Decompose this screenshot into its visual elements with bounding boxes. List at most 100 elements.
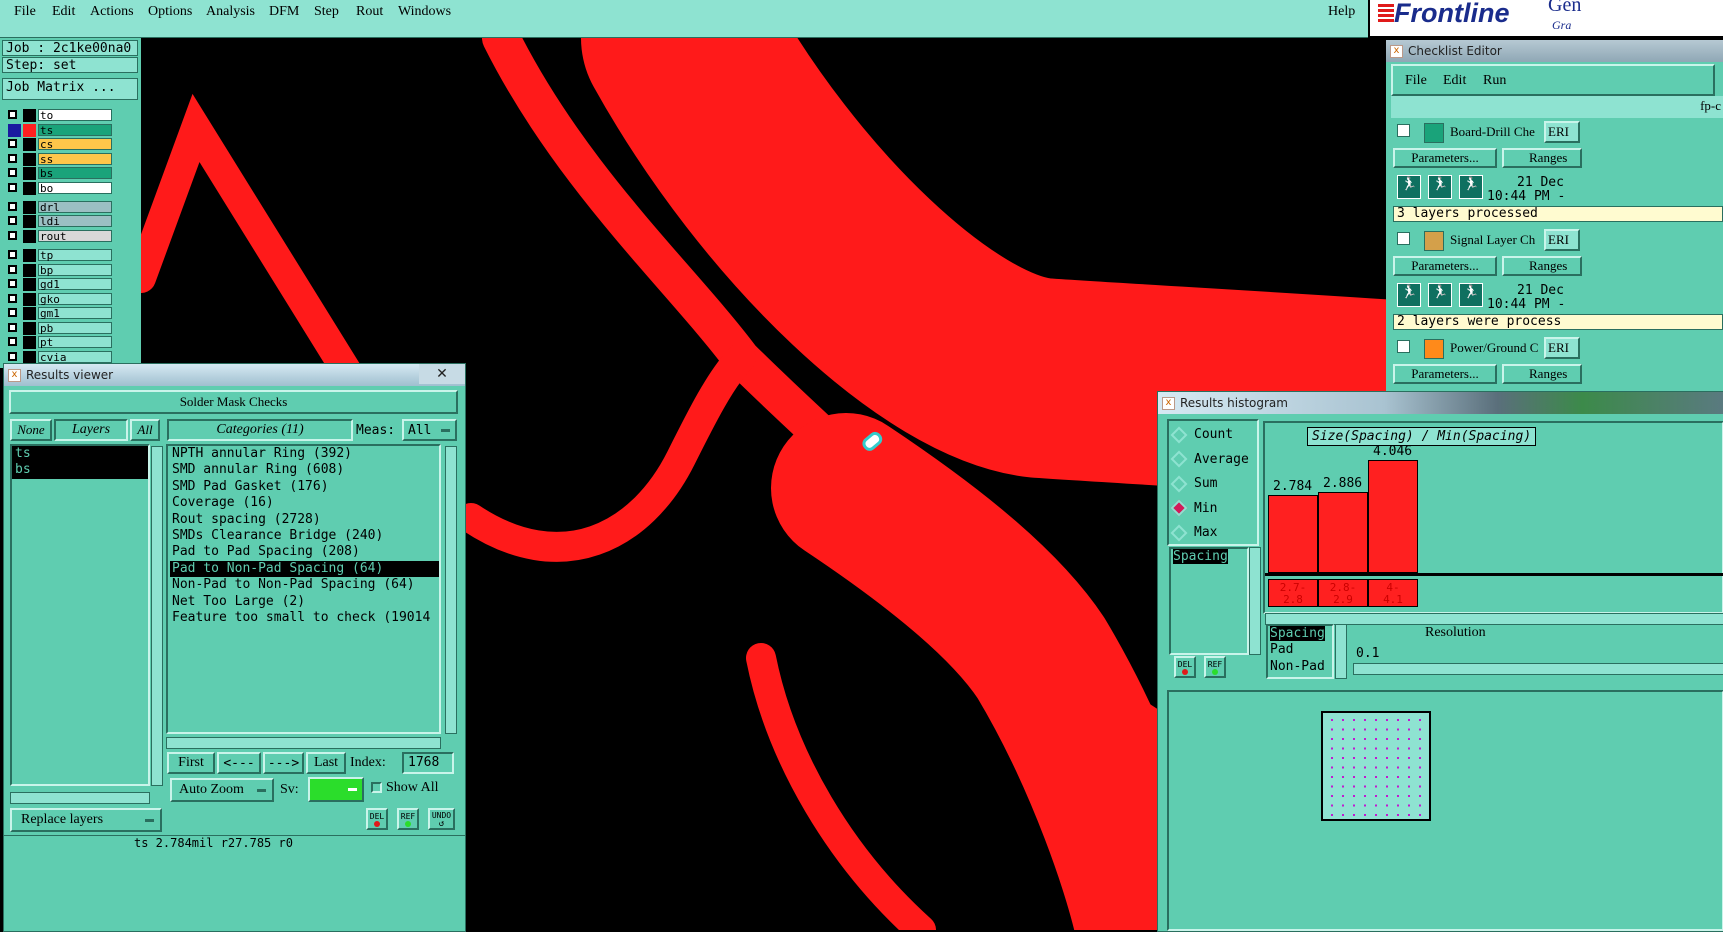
rv-layer-item[interactable]: ts — [12, 446, 148, 463]
undo-button[interactable]: UNDO ↺ — [428, 808, 455, 830]
layer-checkbox[interactable] — [8, 202, 17, 211]
prev-button[interactable]: <--- — [217, 752, 261, 774]
layer-checkbox[interactable] — [8, 216, 17, 225]
layer-checkbox[interactable] — [8, 183, 17, 192]
ranges-button[interactable]: Ranges — [1502, 148, 1582, 168]
layer-row-to[interactable]: to — [6, 109, 114, 122]
sv-color-dropdown[interactable] — [308, 777, 364, 802]
layer-row-gko[interactable]: gko — [6, 293, 114, 306]
layer-name[interactable]: ss — [38, 153, 112, 166]
layer-row-bp[interactable]: bp — [6, 264, 114, 277]
status-tag[interactable]: ERI — [1544, 121, 1580, 143]
layers-hscrollbar[interactable] — [10, 792, 150, 804]
layer-row-gd1[interactable]: gd1 — [6, 278, 114, 291]
show-all-checkbox[interactable] — [371, 782, 382, 793]
mode-max[interactable]: Max — [1170, 524, 1217, 541]
first-button[interactable]: First — [167, 752, 215, 774]
run-action-icon[interactable]: 🏃 — [1397, 283, 1421, 307]
layer-name[interactable]: bp — [38, 264, 112, 277]
menu-help[interactable]: Help — [1328, 4, 1355, 20]
layer-name[interactable]: bs — [38, 167, 112, 180]
categories-scrollbar[interactable] — [445, 446, 457, 734]
categories-list[interactable]: NPTH annular Ring (392) SMD annular Ring … — [166, 444, 441, 734]
resolution-slider[interactable] — [1353, 663, 1723, 675]
layer-checkbox[interactable] — [8, 154, 17, 163]
parameters-button[interactable]: Parameters... — [1393, 364, 1497, 384]
hist-del-button[interactable]: DEL — [1174, 656, 1196, 678]
layer-checkbox[interactable] — [8, 231, 17, 240]
menu-file[interactable]: File — [14, 4, 36, 20]
replace-layers-dropdown[interactable]: Replace layers — [10, 808, 162, 832]
layer-row-pt[interactable]: pt — [6, 336, 114, 349]
mode-sum[interactable]: Sum — [1170, 475, 1217, 492]
category-item[interactable]: Non-Pad to Non-Pad Spacing (64) — [170, 577, 439, 593]
auto-zoom-dropdown[interactable]: Auto Zoom — [170, 778, 274, 802]
layer-checkbox[interactable] — [8, 168, 17, 177]
layer-name[interactable]: tp — [38, 249, 112, 262]
layer-row-ss[interactable]: ss — [6, 153, 114, 166]
none-button[interactable]: None — [10, 419, 52, 441]
layer-name[interactable]: gko — [38, 293, 112, 306]
layer-checkbox[interactable] — [8, 139, 17, 148]
layer-row-rout[interactable]: rout — [6, 230, 114, 243]
layer-checkbox[interactable] — [8, 308, 17, 317]
layer-name[interactable]: rout — [38, 230, 112, 243]
run-action-icon[interactable]: 🏃 — [1428, 283, 1452, 307]
layers-scrollbar[interactable] — [151, 446, 163, 786]
histogram-bar[interactable] — [1368, 460, 1418, 573]
type-item[interactable]: Non-Pad — [1268, 659, 1332, 675]
layer-row-bs[interactable]: bs — [6, 167, 114, 180]
category-item[interactable]: SMD Pad Gasket (176) — [170, 479, 439, 495]
menu-actions[interactable]: Actions — [90, 4, 134, 20]
status-tag[interactable]: ERI — [1544, 229, 1580, 251]
ce-menu-run[interactable]: Run — [1483, 73, 1506, 89]
layer-row-ldi[interactable]: ldi — [6, 215, 114, 228]
checklist-item-name[interactable]: Signal Layer Ch — [1450, 232, 1535, 248]
type-item[interactable]: Spacing — [1268, 626, 1332, 642]
category-item[interactable]: SMD annular Ring (608) — [170, 462, 439, 478]
category-item[interactable]: Pad to Pad Spacing (208) — [170, 544, 439, 560]
layer-name[interactable]: gd1 — [38, 278, 112, 291]
rv-layer-item[interactable]: bs — [12, 462, 148, 479]
layer-checkbox[interactable] — [8, 323, 17, 332]
menu-dfm[interactable]: DFM — [269, 4, 299, 20]
category-item[interactable]: Coverage (16) — [170, 495, 439, 511]
layer-row-pb[interactable]: pb — [6, 322, 114, 335]
job-matrix-button[interactable]: Job Matrix ... — [2, 78, 138, 100]
attribute-spacing[interactable]: Spacing — [1173, 549, 1228, 564]
layer-name[interactable]: ts — [38, 124, 112, 137]
layer-name[interactable]: cvia — [38, 351, 112, 364]
layer-row-gm1[interactable]: gm1 — [6, 307, 114, 320]
run-action-icon[interactable]: 🏃 — [1459, 283, 1483, 307]
menu-rout[interactable]: Rout — [356, 4, 383, 20]
category-item[interactable]: Net Too Large (2) — [170, 594, 439, 610]
meas-dropdown[interactable]: All — [402, 419, 457, 441]
ranges-button[interactable]: Ranges — [1502, 364, 1582, 384]
checklist-item-checkbox[interactable] — [1397, 340, 1410, 353]
run-action-icon[interactable]: 🏃 — [1397, 175, 1421, 199]
layers-list[interactable]: ts bs — [10, 444, 150, 786]
categories-hscrollbar[interactable] — [166, 737, 441, 749]
type-scrollbar[interactable] — [1335, 624, 1347, 679]
menu-edit[interactable]: Edit — [52, 4, 75, 20]
layer-checkbox[interactable] — [8, 294, 17, 303]
mode-min[interactable]: Min — [1170, 499, 1217, 517]
menu-step[interactable]: Step — [314, 4, 339, 20]
attribute-scrollbar[interactable] — [1249, 547, 1261, 655]
layer-row-tp[interactable]: tp — [6, 249, 114, 262]
menu-windows[interactable]: Windows — [398, 4, 451, 20]
overview-board[interactable] — [1321, 711, 1431, 821]
layer-checkbox[interactable] — [8, 265, 17, 274]
checklist-item-name[interactable]: Board-Drill Che — [1450, 124, 1535, 140]
layer-checkbox[interactable] — [8, 110, 17, 119]
categories-button[interactable]: Categories (11) — [167, 419, 353, 441]
category-item[interactable]: NPTH annular Ring (392) — [170, 446, 439, 462]
last-button[interactable]: Last — [306, 752, 346, 774]
histogram-bar[interactable] — [1318, 492, 1368, 573]
checklist-item-name[interactable]: Power/Ground C — [1450, 340, 1538, 356]
layer-checkbox[interactable] — [8, 352, 17, 361]
layer-row-cs[interactable]: cs — [6, 138, 114, 151]
close-icon[interactable]: ✕ — [419, 364, 465, 384]
layer-checkbox[interactable] — [8, 279, 17, 288]
attribute-list[interactable]: Spacing — [1169, 547, 1249, 655]
